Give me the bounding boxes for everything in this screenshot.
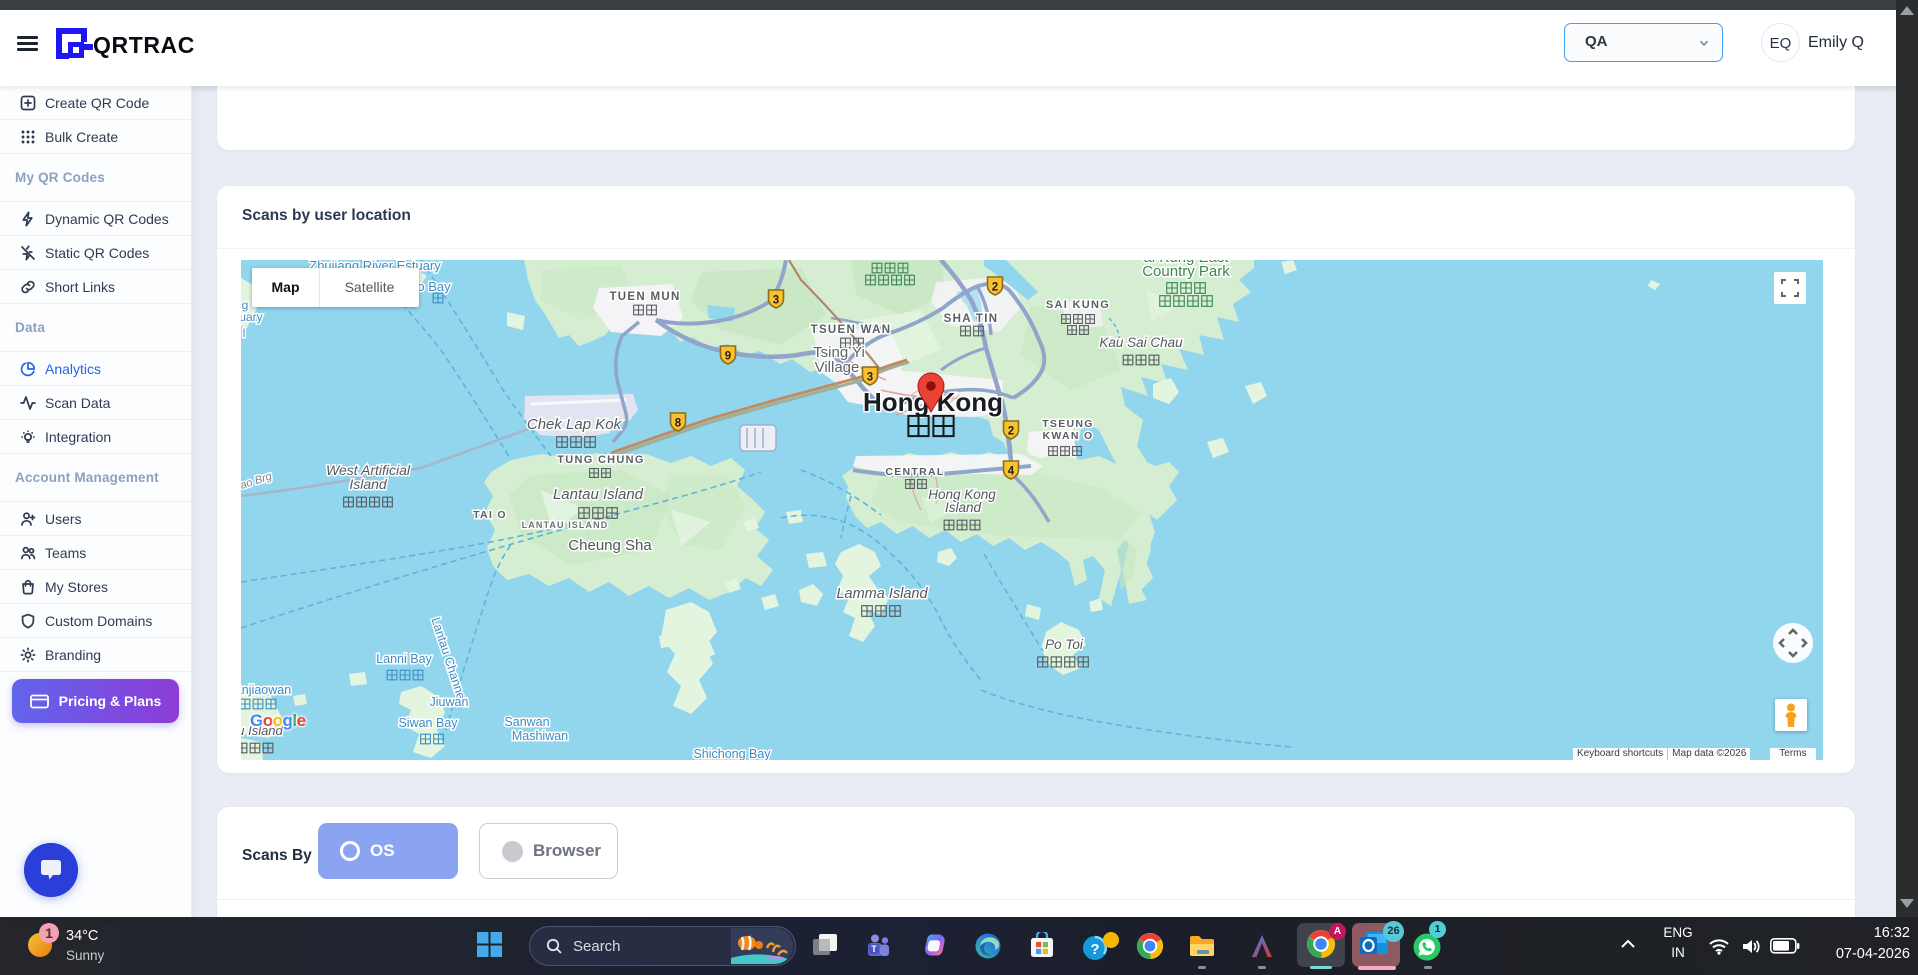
svg-text:3: 3 [773, 295, 779, 307]
svg-text:Country Park: Country Park [1142, 263, 1230, 280]
svg-text:SAI KUNG: SAI KUNG [1046, 299, 1110, 311]
svg-text:Po Toi: Po Toi [1045, 637, 1084, 652]
svg-text:9: 9 [725, 351, 731, 363]
svg-text:Lamma Island: Lamma Island [836, 586, 928, 602]
svg-text:TAI O: TAI O [473, 509, 507, 521]
svg-text:Chek Lap Kok: Chek Lap Kok [527, 416, 623, 433]
svg-text:T: T [871, 944, 877, 954]
svg-text:CENTRAL: CENTRAL [885, 466, 944, 478]
svg-text:Lantau Island: Lantau Island [553, 486, 644, 503]
svg-text:KWAN O: KWAN O [1043, 430, 1094, 442]
svg-text:Island: Island [945, 500, 982, 515]
svg-text:TUNG CHUNG: TUNG CHUNG [557, 454, 645, 466]
svg-text:TUEN MUN: TUEN MUN [609, 291, 680, 303]
svg-text:3: 3 [867, 372, 873, 384]
svg-text:Kau Sai Chau: Kau Sai Chau [1099, 335, 1183, 350]
svg-text:Mashiwan: Mashiwan [512, 729, 568, 743]
svg-text:TSEUNG: TSEUNG [1042, 418, 1094, 430]
svg-text:Sanwan: Sanwan [504, 715, 549, 729]
svg-text:1: 1 [45, 925, 53, 941]
svg-text:8: 8 [675, 418, 682, 430]
svg-text:4: 4 [1008, 466, 1015, 478]
svg-text:?: ? [1090, 941, 1099, 958]
svg-text:Shichong Bay: Shichong Bay [693, 747, 771, 760]
svg-text:Cheung Sha: Cheung Sha [568, 537, 652, 554]
svg-text:uary: uary [241, 310, 263, 324]
svg-text:2: 2 [992, 282, 998, 294]
svg-text:Lanni Bay: Lanni Bay [376, 652, 432, 666]
svg-text:o Bay: o Bay [417, 279, 451, 294]
svg-text:Siwan Bay: Siwan Bay [398, 716, 458, 730]
svg-text:anjiaowan: anjiaowan [241, 683, 291, 697]
svg-text:Island: Island [349, 476, 388, 492]
svg-text:TSUEN WAN: TSUEN WAN [811, 324, 892, 336]
svg-text:2: 2 [1008, 426, 1014, 438]
svg-text:LANTAU ISLAND: LANTAU ISLAND [522, 520, 609, 530]
svg-text:SHA TIN: SHA TIN [944, 313, 999, 325]
svg-text:l: l [243, 326, 246, 340]
svg-text:Village: Village [815, 359, 860, 376]
svg-text:Jiuwan: Jiuwan [430, 695, 469, 709]
